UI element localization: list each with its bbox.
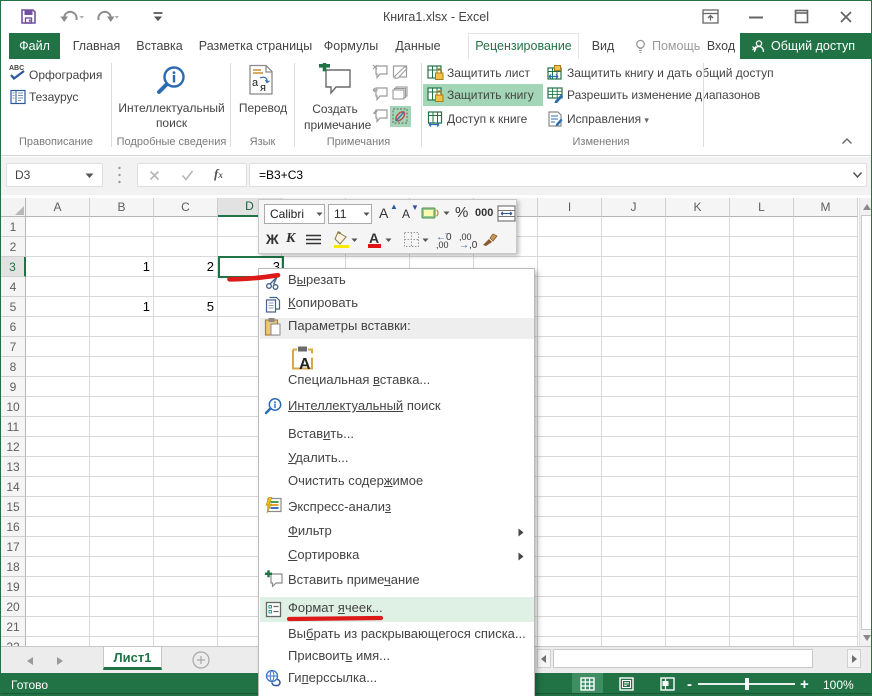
svg-text:я: я [260, 82, 266, 94]
svg-text:а: а [252, 77, 259, 89]
svg-text:ABC: ABC [9, 65, 24, 72]
svg-text:A: A [299, 356, 311, 371]
